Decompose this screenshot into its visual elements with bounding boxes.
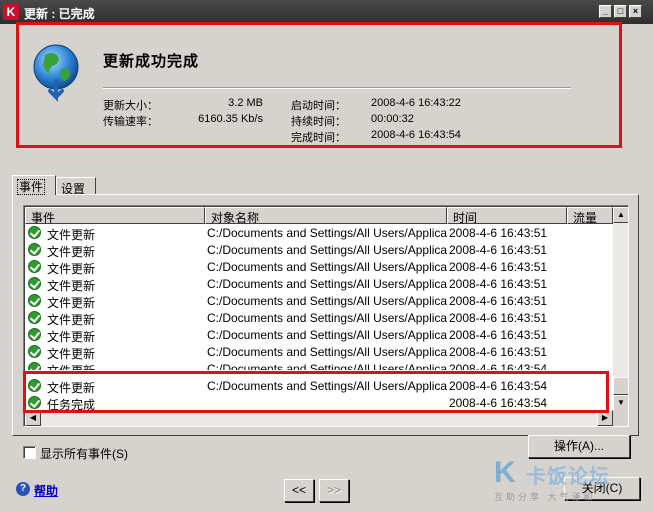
- table-row[interactable]: 文件更新C:/Documents and Settings/All Users/…: [25, 292, 613, 310]
- scroll-corner: [613, 410, 628, 426]
- object-cell: C:/Documents and Settings/All Users/Appl…: [207, 379, 447, 393]
- object-cell: C:/Documents and Settings/All Users/Appl…: [207, 311, 447, 325]
- tab-events-label: 事件: [17, 179, 46, 195]
- minimize-button[interactable]: _: [599, 5, 612, 18]
- table-row[interactable]: 文件更新C:/Documents and Settings/All Users/…: [25, 275, 613, 293]
- update-globe-icon: [33, 44, 79, 102]
- table-row[interactable]: 文件更新C:/Documents and Settings/All Users/…: [25, 258, 613, 276]
- tab-events[interactable]: 事件: [12, 175, 56, 195]
- transfer-speed-value: 6160.35 Kb/s: [198, 113, 263, 125]
- finish-time-label: 完成时间：: [291, 132, 346, 144]
- event-cell: 文件更新: [47, 362, 95, 370]
- watermark-tagline: 互助分享 大气谦和: [494, 492, 596, 502]
- vertical-scrollbar[interactable]: ▲ ▼: [613, 207, 628, 411]
- column-header-time[interactable]: 时间: [447, 207, 567, 224]
- time-cell: 2008-4-6 16:43:51: [449, 277, 548, 291]
- column-header-event[interactable]: 事件: [25, 207, 205, 224]
- object-cell: C:/Documents and Settings/All Users/Appl…: [207, 294, 447, 308]
- tab-settings[interactable]: 设置: [56, 177, 96, 196]
- table-row[interactable]: 文件更新C:/Documents and Settings/All Users/…: [25, 309, 613, 327]
- success-check-icon: [28, 379, 41, 392]
- success-check-icon: [28, 311, 41, 324]
- time-cell: 2008-4-6 16:43:51: [449, 294, 548, 308]
- success-check-icon: [28, 345, 41, 358]
- maximize-button[interactable]: □: [614, 5, 627, 18]
- object-cell: C:/Documents and Settings/All Users/Appl…: [207, 277, 447, 291]
- time-cell: 2008-4-6 16:43:54: [449, 362, 548, 370]
- next-button[interactable]: >>: [319, 479, 349, 502]
- update-size-value: 3.2 MB: [228, 97, 263, 109]
- time-cell: 2008-4-6 16:43:51: [449, 226, 548, 240]
- time-cell: 2008-4-6 16:43:51: [449, 243, 548, 257]
- duration-value: 00:00:32: [371, 113, 414, 125]
- close-window-button[interactable]: ×: [629, 5, 642, 18]
- kaspersky-app-icon: K: [3, 4, 19, 20]
- object-cell: C:/Documents and Settings/All Users/Appl…: [207, 362, 447, 370]
- object-cell: C:/Documents and Settings/All Users/Appl…: [207, 243, 447, 257]
- success-check-icon: [28, 226, 41, 239]
- site-watermark: K 卡饭论坛 互助分享 大气谦和: [490, 452, 650, 508]
- object-cell: C:/Documents and Settings/All Users/Appl…: [207, 345, 447, 359]
- watermark-brand: 卡饭论坛: [526, 466, 610, 488]
- success-check-icon: [28, 243, 41, 256]
- update-summary-panel: 更新成功完成 更新大小： 3.2 MB 传输速率： 6160.35 Kb/s 启…: [16, 22, 622, 148]
- help-icon[interactable]: ?: [16, 482, 30, 496]
- update-size-label: 更新大小：: [103, 100, 158, 112]
- horizontal-scrollbar[interactable]: ◀ ▶: [25, 410, 613, 426]
- scroll-thumb[interactable]: [613, 377, 628, 395]
- scroll-down-arrow-icon[interactable]: ▼: [613, 395, 628, 411]
- start-time-label: 启动时间：: [291, 100, 346, 112]
- success-check-icon: [28, 362, 41, 370]
- status-heading: 更新成功完成: [103, 53, 200, 70]
- object-cell: C:/Documents and Settings/All Users/Appl…: [207, 328, 447, 342]
- scroll-right-arrow-icon[interactable]: ▶: [597, 410, 613, 426]
- duration-label: 持续时间：: [291, 116, 346, 128]
- time-cell: 2008-4-6 16:43:54: [449, 379, 548, 393]
- watermark-logo-icon: K: [494, 456, 516, 489]
- transfer-speed-label: 传输速率：: [103, 116, 158, 128]
- start-time-value: 2008-4-6 16:43:22: [371, 97, 461, 109]
- table-row[interactable]: 文件更新C:/Documents and Settings/All Users/…: [25, 241, 613, 259]
- table-row[interactable]: 文件更新 C:/Documents and Settings/All Users/…: [25, 360, 613, 370]
- finish-time-value: 2008-4-6 16:43:54: [371, 129, 461, 141]
- show-all-events-label[interactable]: 显示所有事件(S): [40, 445, 128, 462]
- time-cell: 2008-4-6 16:43:54: [449, 396, 548, 410]
- table-row[interactable]: 任务完成 2008-4-6 16:43:54: [25, 394, 613, 412]
- column-header-traffic[interactable]: 流量: [567, 207, 613, 224]
- object-cell: C:/Documents and Settings/All Users/Appl…: [207, 226, 447, 240]
- show-all-events-checkbox[interactable]: [23, 446, 36, 459]
- previous-button[interactable]: <<: [284, 479, 314, 502]
- header-divider: [103, 87, 571, 89]
- title-bar: K 更新 : 已完成 _ □ ×: [0, 0, 653, 24]
- window-title: 更新 : 已完成: [24, 7, 95, 21]
- scroll-up-arrow-icon[interactable]: ▲: [613, 207, 628, 223]
- help-link[interactable]: 帮助: [34, 482, 58, 499]
- object-cell: C:/Documents and Settings/All Users/Appl…: [207, 260, 447, 274]
- success-check-icon: [28, 260, 41, 273]
- time-cell: 2008-4-6 16:43:51: [449, 345, 548, 359]
- success-check-icon: [28, 396, 41, 409]
- events-list[interactable]: 事件 对象名称 时间 流量 文件更新 C:/Documents and Setti…: [23, 205, 629, 427]
- success-check-icon: [28, 328, 41, 341]
- success-check-icon: [28, 277, 41, 290]
- success-check-icon: [28, 294, 41, 307]
- time-cell: 2008-4-6 16:43:51: [449, 328, 548, 342]
- column-header-object[interactable]: 对象名称: [205, 207, 447, 224]
- table-row[interactable]: 文件更新C:/Documents and Settings/All Users/…: [25, 326, 613, 344]
- time-cell: 2008-4-6 16:43:51: [449, 260, 548, 274]
- table-row[interactable]: 文件更新C:/Documents and Settings/All Users/…: [25, 343, 613, 361]
- table-row[interactable]: 文件更新C:/Documents and Settings/All Users/…: [25, 224, 613, 242]
- list-header: 事件 对象名称 时间 流量: [25, 207, 613, 224]
- table-row[interactable]: 文件更新C:/Documents and Settings/All Users/…: [25, 377, 613, 395]
- scroll-left-arrow-icon[interactable]: ◀: [25, 410, 41, 426]
- time-cell: 2008-4-6 16:43:51: [449, 311, 548, 325]
